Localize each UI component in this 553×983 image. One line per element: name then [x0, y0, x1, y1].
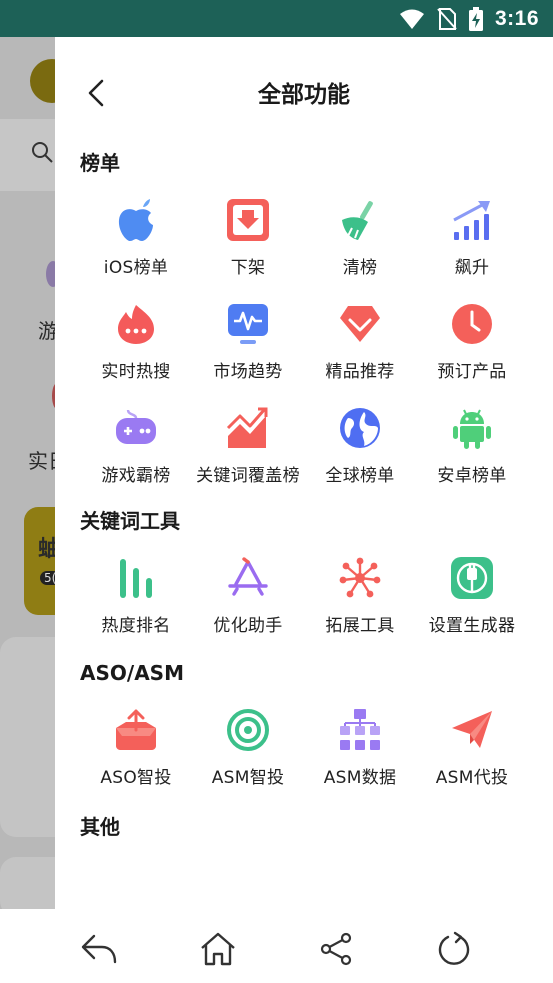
home-icon — [201, 932, 235, 966]
feature-asm-agency[interactable]: ASM代投 — [416, 689, 528, 793]
feature-label: 热度排名 — [101, 616, 171, 636]
page-title: 全部功能 — [258, 82, 350, 108]
feature-ios-ranking[interactable]: iOS榜单 — [80, 179, 192, 283]
feature-label: 下架 — [230, 258, 266, 278]
drawer-header: 全部功能 — [55, 37, 553, 147]
feature-label: ASM智投 — [211, 768, 285, 788]
feature-delisted[interactable]: 下架 — [192, 179, 304, 283]
no-sim-icon — [437, 7, 457, 30]
gamepad-icon — [113, 405, 159, 451]
wifi-icon — [399, 9, 424, 29]
paper-plane-icon — [449, 707, 495, 753]
app-store-icon — [225, 555, 271, 601]
feature-popularity-ranking[interactable]: 热度排名 — [80, 537, 192, 641]
feature-realtime-hot-search[interactable]: 实时热搜 — [80, 283, 192, 387]
globe-icon — [337, 405, 383, 451]
feature-label: ASO智投 — [100, 768, 172, 788]
feature-market-trend[interactable]: 市场趋势 — [192, 283, 304, 387]
battery-charging-icon — [468, 6, 483, 31]
target-icon — [225, 707, 271, 753]
area-chart-icon — [225, 405, 271, 451]
feature-label: ASM数据 — [323, 768, 397, 788]
feature-android-ranking[interactable]: 安卓榜单 — [416, 387, 528, 491]
feature-label: 设置生成器 — [428, 616, 516, 636]
feature-label: 拓展工具 — [325, 616, 395, 636]
fire-chat-icon — [113, 301, 159, 347]
apple-icon — [113, 197, 159, 243]
nav-refresh-button[interactable] — [435, 929, 475, 969]
feature-label: 关键词覆盖榜 — [196, 466, 300, 486]
nav-back-button[interactable] — [79, 929, 119, 969]
clock-icon — [449, 301, 495, 347]
feature-game-chart[interactable]: 游戏霸榜 — [80, 387, 192, 491]
bottom-navigation-bar — [0, 909, 553, 983]
bars-icon — [113, 555, 159, 601]
feature-label: 飙升 — [454, 258, 490, 278]
feature-label: 全球榜单 — [325, 466, 395, 486]
upload-box-icon — [113, 707, 159, 753]
feature-label: 清榜 — [342, 258, 378, 278]
feature-label: 优化助手 — [213, 616, 283, 636]
plug-icon — [449, 555, 495, 601]
diamond-icon — [337, 301, 383, 347]
status-bar: 3:16 — [0, 0, 553, 37]
feature-aso-smart-delivery[interactable]: ASO智投 — [80, 689, 192, 793]
nav-share-button[interactable] — [316, 929, 356, 969]
hierarchy-icon — [337, 707, 383, 753]
section-title-aso-asm: ASO/ASM — [80, 661, 184, 685]
section-title-keyword-tools: 关键词工具 — [80, 509, 180, 533]
feature-preorder-products[interactable]: 预订产品 — [416, 283, 528, 387]
feature-featured-recommend[interactable]: 精品推荐 — [304, 283, 416, 387]
trending-up-icon — [449, 197, 495, 243]
feature-asm-smart-delivery[interactable]: ASM智投 — [192, 689, 304, 793]
feature-clear-ranking[interactable]: 清榜 — [304, 179, 416, 283]
pulse-monitor-icon — [225, 301, 271, 347]
broom-icon — [337, 197, 383, 243]
feature-soaring[interactable]: 飙升 — [416, 179, 528, 283]
share-icon — [320, 932, 352, 966]
nav-home-button[interactable] — [198, 929, 238, 969]
network-icon — [337, 555, 383, 601]
feature-label: ASM代投 — [435, 768, 509, 788]
feature-global-ranking[interactable]: 全球榜单 — [304, 387, 416, 491]
section-title-other: 其他 — [80, 815, 120, 839]
search-icon — [32, 142, 53, 163]
aso-asm-grid: ASO智投 ASM智投 ASM数据 ASM代投 — [55, 689, 553, 793]
download-box-icon — [225, 197, 271, 243]
feature-keyword-coverage-ranking[interactable]: 关键词覆盖榜 — [192, 387, 304, 491]
feature-label: 安卓榜单 — [437, 466, 507, 486]
all-features-drawer: 全部功能 榜单 iOS榜单 下架 清榜 飙升 实时热搜 市场趋势 精品推荐 预订… — [55, 37, 553, 909]
feature-label: 预订产品 — [437, 362, 507, 382]
feature-label: 游戏霸榜 — [101, 466, 171, 486]
feature-label: 市场趋势 — [213, 362, 283, 382]
android-icon — [449, 405, 495, 451]
feature-asm-data[interactable]: ASM数据 — [304, 689, 416, 793]
feature-expansion-tool[interactable]: 拓展工具 — [304, 537, 416, 641]
ranking-grid: iOS榜单 下架 清榜 飙升 实时热搜 市场趋势 精品推荐 预订产品 游戏霸榜 … — [55, 179, 553, 491]
feature-label: 实时热搜 — [101, 362, 171, 382]
refresh-icon — [438, 931, 470, 965]
status-time: 3:16 — [494, 6, 539, 30]
feature-label: 精品推荐 — [325, 362, 395, 382]
feature-optimization-assistant[interactable]: 优化助手 — [192, 537, 304, 641]
back-arrow-icon — [81, 934, 117, 964]
feature-label: iOS榜单 — [103, 258, 169, 278]
section-title-ranking: 榜单 — [80, 151, 120, 175]
keyword-tools-grid: 热度排名 优化助手 拓展工具 设置生成器 — [55, 537, 553, 641]
feature-settings-generator[interactable]: 设置生成器 — [416, 537, 528, 641]
